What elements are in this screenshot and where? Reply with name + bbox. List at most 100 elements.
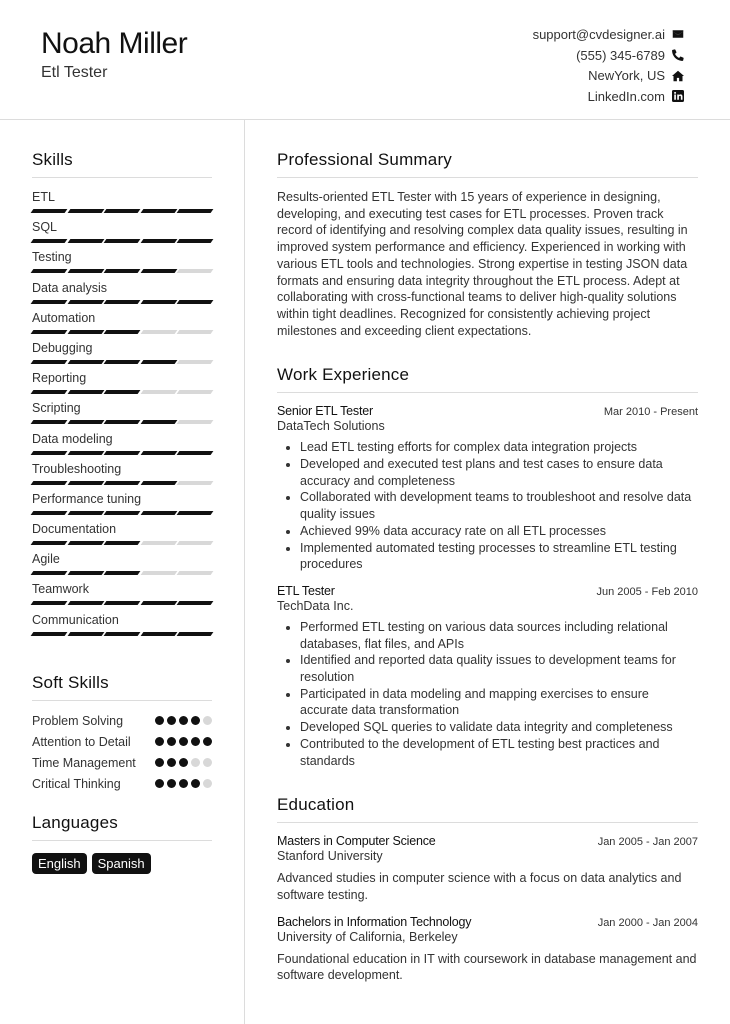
skill-level-bar	[30, 571, 214, 576]
skill-segment-empty	[176, 390, 214, 395]
work-section: Work Experience Senior ETL Tester Mar 201…	[277, 365, 698, 769]
skill-level-bar	[30, 269, 214, 274]
skill-segment-filled	[30, 510, 67, 515]
skill-segment-filled	[103, 329, 141, 334]
skill-segment-filled	[67, 631, 104, 636]
skill-segment-filled	[67, 420, 104, 425]
skill-segment-filled	[140, 420, 177, 425]
skill-name: Debugging	[32, 340, 93, 355]
soft-skill-item: Critical Thinking	[32, 776, 212, 793]
skill-segment-filled	[176, 450, 214, 455]
home-icon	[672, 70, 684, 82]
skill-item: Automation	[30, 311, 214, 341]
rating-dot-filled	[155, 757, 164, 767]
skill-name: Teamwork	[32, 582, 89, 597]
soft-skills-list: Problem Solving Attention to Detail Time M…	[32, 713, 212, 793]
education-degree: Bachelors in Information Technology	[277, 914, 472, 929]
rating-dot-filled	[155, 736, 164, 746]
skill-segment-filled	[140, 631, 177, 636]
skill-level-bar	[30, 510, 214, 515]
skill-item: Data analysis	[30, 280, 214, 311]
skill-name: Data analysis	[32, 280, 108, 295]
skill-segment-filled	[30, 450, 67, 455]
skill-item: Teamwork	[30, 582, 214, 612]
skill-segment-filled	[30, 359, 67, 364]
education-description: Advanced studies in computer science wit…	[277, 871, 682, 902]
skill-item: Documentation	[30, 522, 214, 552]
contact-linkedin[interactable]: LinkedIn.com	[533, 86, 684, 107]
rating-dot-empty	[203, 715, 212, 725]
skill-segment-filled	[67, 571, 104, 576]
skill-name: Documentation	[32, 522, 117, 537]
contact-linkedin-text: LinkedIn.com	[587, 88, 665, 104]
main-content: Professional Summary Results-oriented ET…	[277, 150, 698, 984]
sidebar: Skills ETL SQL Testing Data analysis Automat…	[30, 150, 214, 874]
skill-level-bar	[30, 299, 214, 304]
job-header: Senior ETL Tester Mar 2010 - Present	[277, 404, 698, 418]
skill-segment-empty	[176, 420, 214, 425]
rating-dot-filled	[179, 715, 188, 725]
skill-segment-empty	[176, 359, 214, 364]
job-role: Senior ETL Tester	[277, 404, 373, 419]
skill-segment-filled	[30, 209, 67, 213]
skill-segment-empty	[176, 541, 214, 546]
skill-segment-filled	[103, 480, 141, 485]
soft-skill-rating	[155, 776, 212, 793]
skill-name: Performance tuning	[32, 491, 142, 506]
education-degree: Masters in Computer Science	[277, 834, 436, 849]
skill-segment-filled	[103, 209, 141, 213]
rating-dot-filled	[179, 778, 188, 788]
soft-skill-rating	[155, 755, 212, 772]
skill-name: Testing	[32, 250, 72, 265]
skill-segment-filled	[67, 510, 104, 515]
rating-dot-filled	[191, 715, 200, 725]
rating-dot-filled	[167, 715, 176, 725]
skill-segment-filled	[67, 299, 104, 304]
rating-dot-empty	[191, 757, 200, 767]
skill-segment-filled	[30, 329, 67, 334]
skill-segment-filled	[103, 450, 141, 455]
skill-segment-empty	[176, 480, 214, 485]
skill-item: Scripting	[30, 401, 214, 431]
envelope-icon	[672, 28, 684, 40]
summary-text: Results-oriented ETL Tester with 15 year…	[277, 190, 688, 338]
rating-dot-filled	[167, 778, 176, 788]
skill-segment-filled	[67, 209, 104, 213]
skill-segment-filled	[103, 601, 141, 606]
skill-item: Performance tuning	[30, 491, 214, 522]
skill-segment-filled	[30, 480, 67, 485]
skill-segment-filled	[103, 571, 141, 576]
skills-heading: Skills	[32, 150, 212, 178]
summary-section: Professional Summary Results-oriented ET…	[277, 150, 698, 339]
skill-segment-filled	[140, 480, 177, 485]
education-heading: Education	[277, 795, 698, 824]
job-bullet: Developed and executed test plans and te…	[300, 456, 698, 489]
skill-segment-filled	[176, 239, 214, 244]
summary-heading: Professional Summary	[277, 150, 698, 178]
rating-dot-filled	[179, 757, 188, 767]
skill-level-bar	[30, 209, 214, 213]
contact-email[interactable]: support@cvdesigner.ai	[533, 24, 684, 45]
soft-skill-rating	[155, 713, 212, 730]
skill-level-bar	[30, 480, 214, 485]
contact-phone[interactable]: (555) 345-6789	[533, 45, 684, 66]
skill-segment-filled	[67, 601, 104, 606]
skill-segment-filled	[103, 390, 141, 395]
education-school: Stanford University	[277, 849, 383, 864]
skill-item: Debugging	[30, 340, 214, 371]
skill-name: Scripting	[32, 401, 81, 416]
education-dates: Jan 2000 - Jan 2004	[597, 916, 698, 929]
skill-segment-empty	[176, 329, 214, 334]
education-dates: Jan 2005 - Jan 2007	[597, 836, 698, 849]
skill-name: Agile	[32, 552, 60, 567]
skill-segment-filled	[103, 269, 141, 274]
rating-dot-filled	[155, 715, 164, 725]
contact-location-text: NewYork, US	[588, 68, 665, 84]
contact-list: support@cvdesigner.ai (555) 345-6789 New…	[533, 24, 684, 107]
soft-skill-name: Attention to Detail	[32, 734, 131, 749]
job-list: Senior ETL Tester Mar 2010 - Present DataT…	[277, 404, 698, 769]
languages-list: English Spanish	[32, 852, 212, 874]
skill-segment-filled	[67, 450, 104, 455]
job-entry: Senior ETL Tester Mar 2010 - Present DataT…	[277, 404, 698, 573]
resume-header: Noah Miller Etl Tester support@cvdesigne…	[0, 0, 730, 120]
